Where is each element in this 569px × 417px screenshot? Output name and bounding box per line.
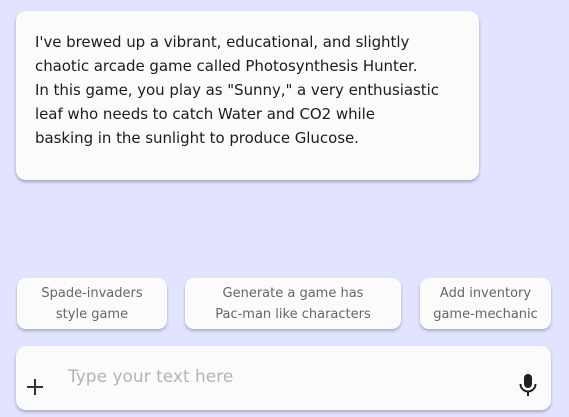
suggestion-chip-inventory[interactable]: Add inventory game-mechanic: [420, 278, 551, 329]
suggestion-chip-pacman[interactable]: Generate a game has Pac-man like charact…: [185, 278, 401, 329]
chat-input-bar: [16, 346, 551, 410]
suggestion-chip-space-invaders[interactable]: Spade-invaders style game: [17, 278, 167, 329]
plus-icon[interactable]: [24, 376, 46, 398]
chat-text-input[interactable]: [68, 364, 488, 390]
assistant-message-text: I've brewed up a vibrant, educational, a…: [35, 33, 439, 147]
microphone-icon[interactable]: [516, 372, 540, 398]
assistant-message-bubble: I've brewed up a vibrant, educational, a…: [16, 11, 479, 180]
